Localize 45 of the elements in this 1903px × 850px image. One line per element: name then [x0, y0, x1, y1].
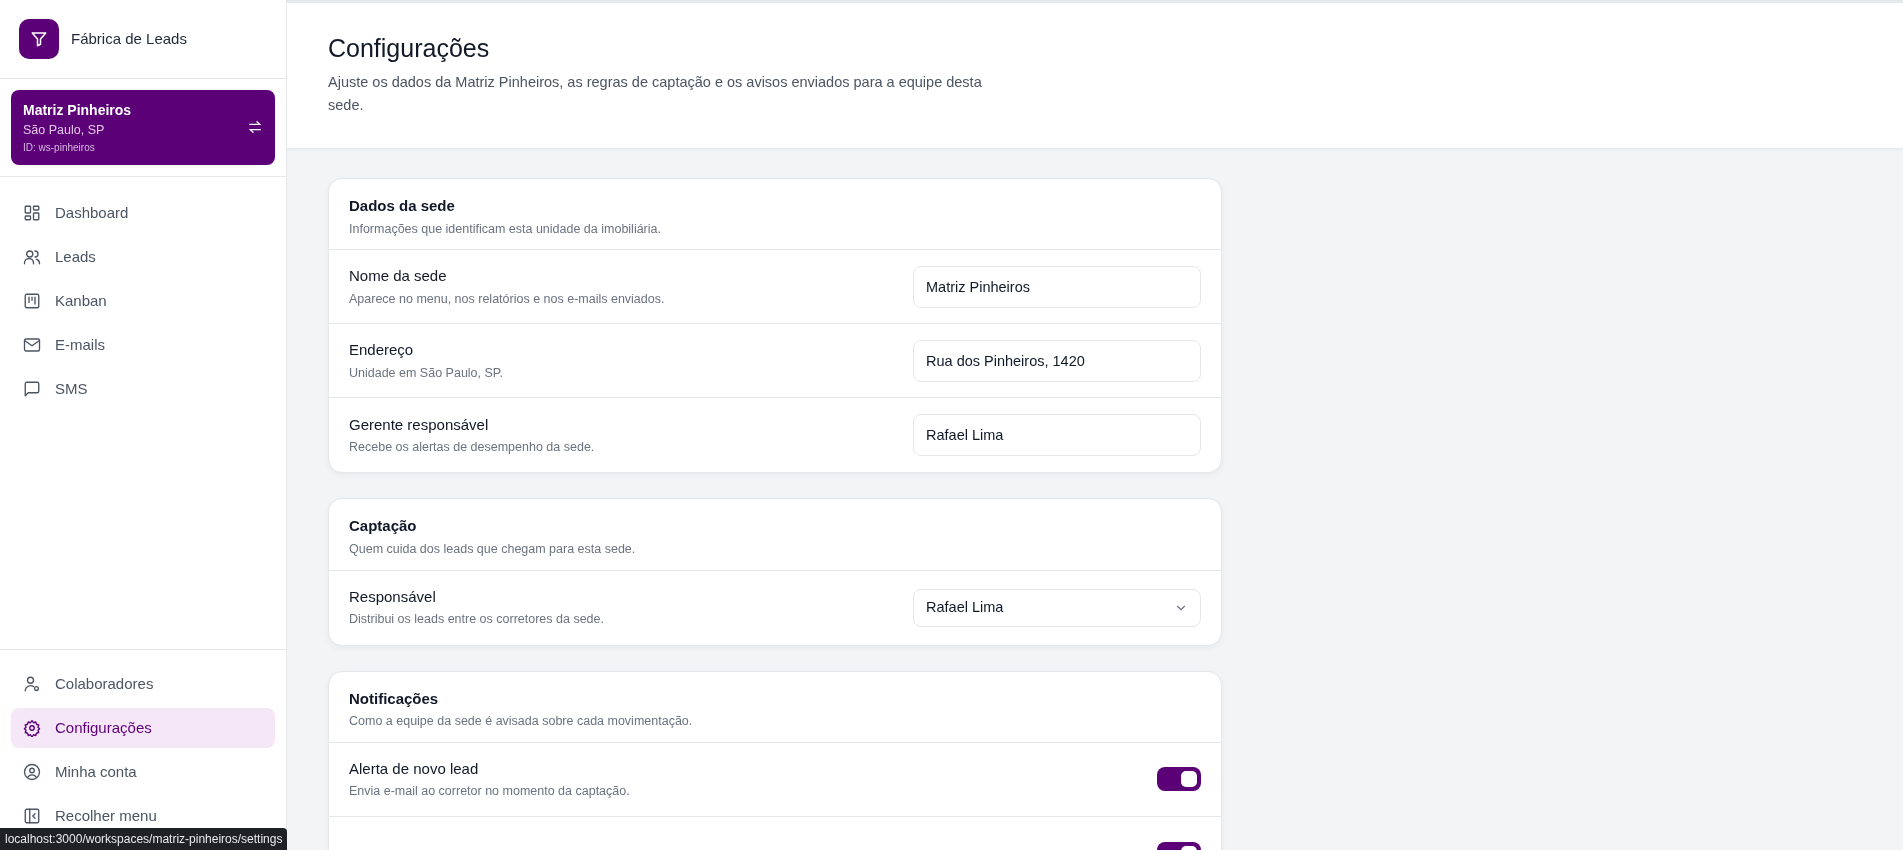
nav-item[interactable]: Configurações — [11, 708, 275, 748]
setting-label: Endereço — [349, 340, 415, 361]
user-gear-icon — [23, 675, 41, 693]
card-title: Notificações — [349, 688, 440, 709]
gear-icon — [23, 719, 41, 737]
workspace-switcher[interactable]: Matriz Pinheiros São Paulo, SP ID: ws-pinheiros — [11, 90, 275, 165]
nav-item[interactable]: Minha conta — [11, 752, 275, 792]
brand-name: Fábrica de Leads — [71, 28, 187, 49]
setting-label: Alerta de novo lead — [349, 758, 480, 779]
users-icon — [23, 247, 41, 266]
setting-label: Responsável — [349, 586, 437, 607]
mail-icon — [23, 335, 41, 354]
input-field[interactable]: Rua dos Pinheiros, 1420 — [913, 339, 1201, 382]
swap-arrows-icon — [247, 119, 263, 136]
user-circle-icon — [23, 763, 41, 781]
nav-item[interactable]: Leads — [11, 236, 275, 277]
chat-bubble-icon — [23, 379, 41, 398]
page-description: Ajuste os dados da Matriz Pinheiros, as regras de captação e os avisos enviados para a equipe desta sede. — [328, 73, 983, 116]
url-tooltip: localhost:3000/workspaces/matriz-pinheiros/settings — [0, 828, 288, 850]
page-title: Configurações — [328, 33, 491, 63]
nav-item[interactable]: Colaboradores — [11, 664, 275, 704]
collapse-sidebar-icon — [23, 807, 41, 825]
setting-hint: Distribui os leads entre os corretores da sede. — [349, 611, 604, 629]
setting-hint: Envia e-mail ao corretor no momento da captação. — [349, 783, 630, 801]
nav-item[interactable]: E-mails — [11, 324, 275, 365]
setting-hint: Aparece no menu, nos relatórios e nos e-mails enviados. — [349, 290, 665, 308]
input-field[interactable]: Matriz Pinheiros — [913, 265, 1201, 308]
setting-hint: Unidade em São Paulo, SP. — [349, 364, 504, 382]
kanban-icon — [23, 291, 41, 310]
setting-label: Gerente responsável — [349, 414, 490, 435]
card-description: Quem cuida dos leads que chegam para esta sede. — [349, 540, 637, 558]
nav-item[interactable]: SMS — [11, 368, 275, 409]
select-field[interactable]: Rafael Lima — [913, 588, 1201, 627]
card-title: Dados da sede — [349, 196, 456, 216]
card-description: Como a equipe da sede é avisada sobre cada movimentação. — [349, 713, 694, 730]
toggle-switch[interactable] — [1157, 767, 1201, 792]
funnel-icon — [19, 19, 59, 59]
grid-icon — [23, 203, 41, 222]
card-description: Informações que identificam esta unidade da imobiliária. — [349, 220, 662, 238]
card-title: Captação — [349, 516, 418, 537]
setting-hint: Recebe os alertas de desempenho da sede. — [349, 439, 595, 457]
nav-item[interactable]: Kanban — [11, 280, 275, 321]
setting-label: Nome da sede — [349, 266, 448, 287]
input-field[interactable]: Rafael Lima — [913, 414, 1201, 457]
nav-item[interactable]: Dashboard — [11, 192, 275, 233]
